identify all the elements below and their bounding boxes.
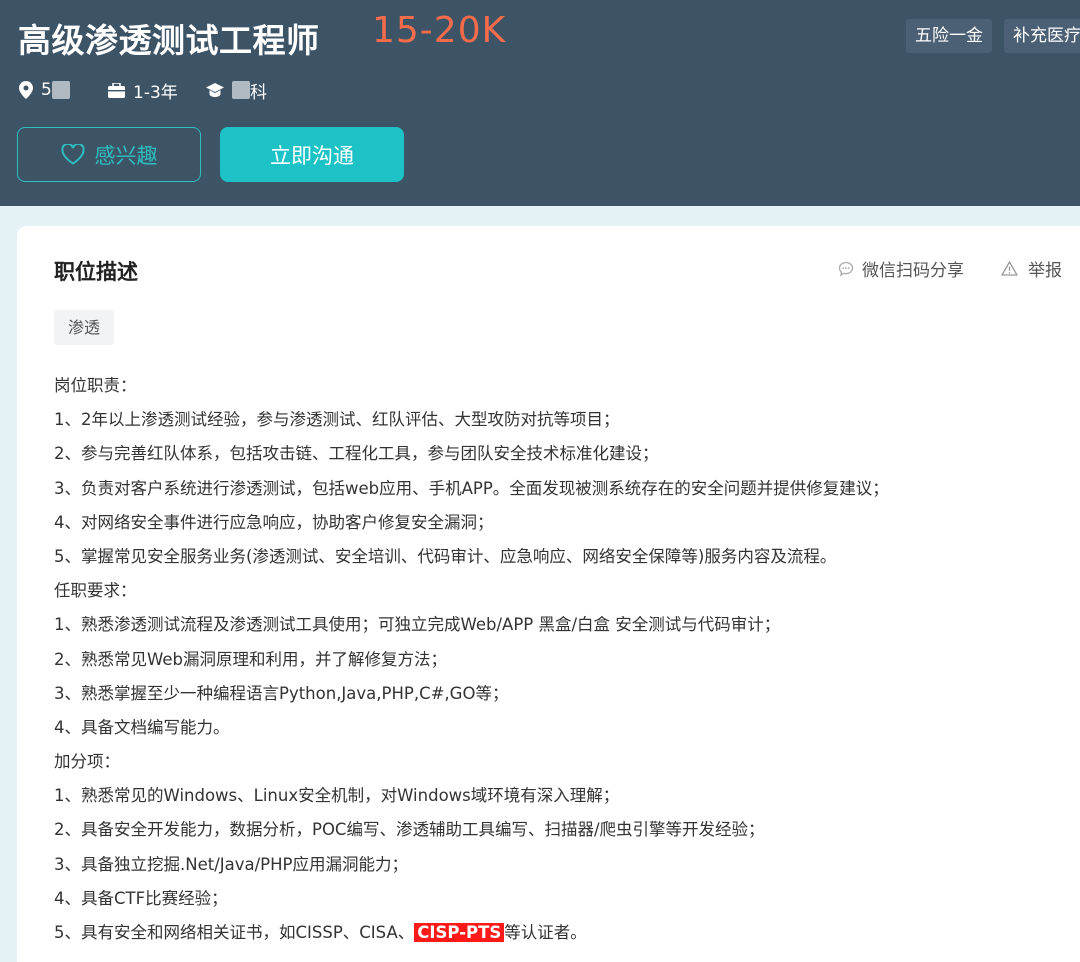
briefcase-icon <box>108 82 125 98</box>
report-link[interactable]: 举报 <box>1001 256 1062 281</box>
description-line: 任职要求： <box>54 581 137 601</box>
report-label: 举报 <box>1028 261 1062 281</box>
location-pin-icon <box>19 81 33 99</box>
description-line: 1、熟悉常见的Windows、Linux安全机制，对Windows域环境有深入理… <box>54 786 620 806</box>
redacted-text <box>51 81 70 99</box>
warning-icon <box>1001 261 1018 276</box>
benefit-tag: 补充医疗 <box>1004 19 1080 53</box>
benefit-tag: 五险一金 <box>906 19 992 53</box>
job-description-card: 职位描述 微信扫码分享 举报 渗透 岗位职责： 1、2年以上渗透测试经验，参与渗… <box>17 226 1080 962</box>
description-line: 3、具备独立挖掘.Net/Java/PHP应用漏洞能力； <box>54 854 408 874</box>
chat-now-button-label: 立即沟通 <box>270 143 354 168</box>
chat-bubble-icon <box>838 261 854 276</box>
job-location: 5 <box>19 78 70 102</box>
job-description-body: 岗位职责： 1、2年以上渗透测试经验，参与渗透测试、红队评估、大型攻防对抗等项目… <box>54 369 1074 950</box>
salary: 15-20K <box>372 10 507 51</box>
wechat-share-link[interactable]: 微信扫码分享 <box>838 256 964 281</box>
section-title: 职位描述 <box>54 260 138 284</box>
description-line: 加分项： <box>54 752 120 772</box>
skill-tag: 渗透 <box>54 310 115 345</box>
job-title: 高级渗透测试工程师 <box>18 21 320 60</box>
description-line: 2、熟悉常见Web漏洞原理和利用，并了解修复方法； <box>54 649 447 669</box>
graduation-cap-icon <box>206 82 224 97</box>
heart-icon <box>60 144 85 165</box>
highlighted-certificate: CISP-PTS <box>414 923 505 942</box>
share-label: 微信扫码分享 <box>862 261 964 281</box>
interest-button[interactable]: 感兴趣 <box>17 127 201 182</box>
interest-button-label: 感兴趣 <box>94 143 158 168</box>
job-header: 高级渗透测试工程师 15-20K 五险一金 补充医疗 5 1-3年 科 感兴趣 … <box>0 0 1080 206</box>
description-line: 1、熟悉渗透测试流程及渗透测试工具使用；可独立完成Web/APP 黑盒/白盒 安… <box>54 615 781 635</box>
description-text: 5、具有安全和网络相关证书，如CISSP、CISA、 <box>54 923 415 942</box>
description-line: 4、具备文档编写能力。 <box>54 717 230 737</box>
location-text: 5 <box>41 80 52 100</box>
description-line: 5、具有安全和网络相关证书，如CISSP、CISA、 CISP-PTS 等认证者。 <box>54 916 1074 950</box>
job-education: 科 <box>206 78 267 103</box>
description-line: 3、熟悉掌握至少一种编程语言Python,Java,PHP,C#,GO等； <box>54 683 509 703</box>
description-line: 4、对网络安全事件进行应急响应，协助客户修复安全漏洞； <box>54 512 494 532</box>
experience-text: 1-3年 <box>133 82 178 103</box>
description-line: 2、参与完善红队体系，包括攻击链、工程化工具，参与团队安全技术标准化建设； <box>54 444 659 464</box>
job-experience: 1-3年 <box>108 78 178 103</box>
description-line: 5、掌握常见安全服务业务(渗透测试、安全培训、代码审计、应急响应、网络安全保障等… <box>54 546 837 566</box>
description-line: 1、2年以上渗透测试经验，参与渗透测试、红队评估、大型攻防对抗等项目； <box>54 410 620 430</box>
description-line: 2、具备安全开发能力，数据分析，POC编写、渗透辅助工具编写、扫描器/爬虫引擎等… <box>54 820 765 840</box>
description-text: 等认证者。 <box>504 923 587 942</box>
description-line: 3、负责对客户系统进行渗透测试，包括web应用、手机APP。全面发现被测系统存在… <box>54 478 889 498</box>
redacted-text <box>232 81 250 99</box>
description-line: 4、具备CTF比赛经验； <box>54 888 228 908</box>
education-text: 科 <box>250 82 267 103</box>
chat-now-button[interactable]: 立即沟通 <box>220 127 404 182</box>
description-line: 岗位职责： <box>54 376 137 395</box>
